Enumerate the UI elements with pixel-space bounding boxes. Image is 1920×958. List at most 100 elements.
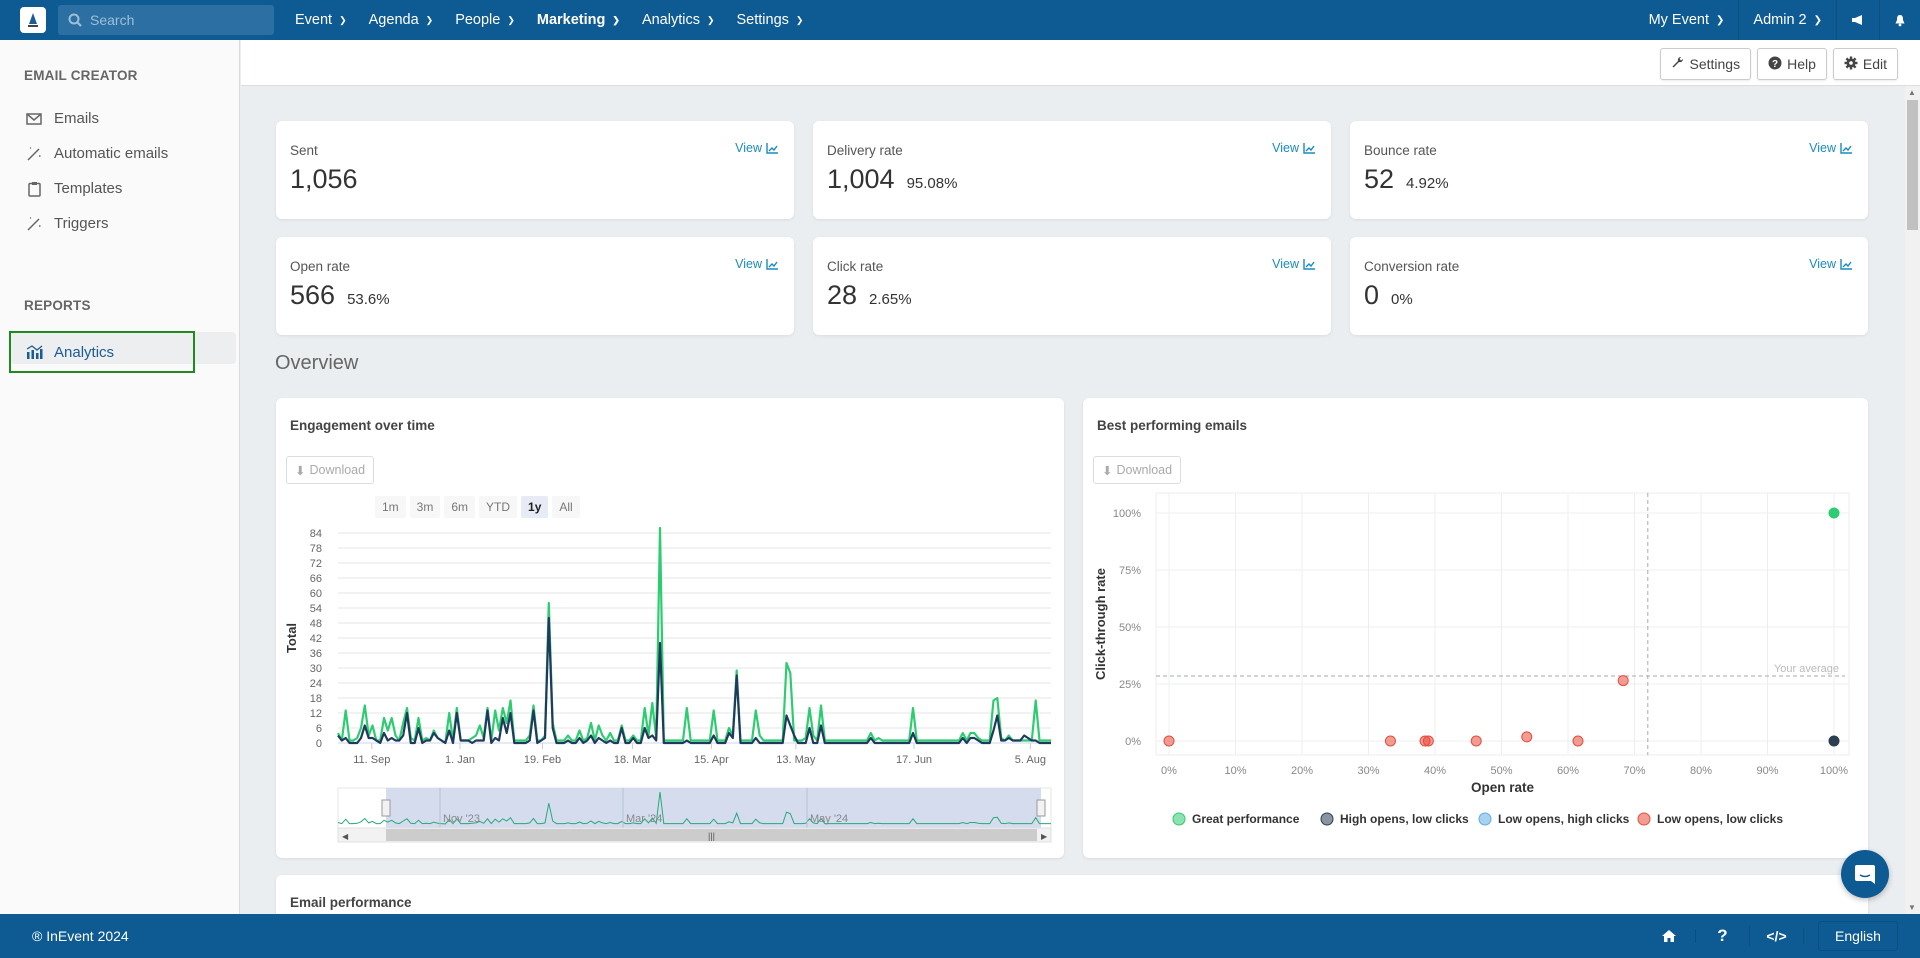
legend-item[interactable]: High opens, low clicks bbox=[1320, 812, 1469, 826]
nav-marketing[interactable]: Marketing ❯ bbox=[526, 12, 631, 28]
view-link[interactable]: View bbox=[735, 141, 778, 155]
stat-number: 52 bbox=[1364, 164, 1395, 194]
navigator-background bbox=[337, 787, 1052, 829]
stat-label: Click rate bbox=[827, 259, 884, 274]
legend-marker bbox=[1172, 812, 1186, 826]
sidebar-item-templates[interactable]: Templates bbox=[0, 171, 240, 206]
stat-card-sent: Sent View 1,056 bbox=[276, 121, 794, 219]
help-footer-button[interactable]: ? bbox=[1696, 926, 1750, 946]
scrollbar-thumb[interactable] bbox=[1907, 100, 1918, 230]
sidebar: EMAIL CREATOR Emails Automatic emails Te… bbox=[0, 40, 240, 914]
home-button[interactable] bbox=[1642, 929, 1696, 943]
scroll-up-arrow-icon[interactable]: ▲ bbox=[1908, 88, 1916, 97]
help-button[interactable]: ? Help bbox=[1757, 48, 1827, 80]
sidebar-item-triggers[interactable]: Triggers bbox=[0, 206, 240, 241]
y-tick-label: 36 bbox=[310, 648, 322, 660]
sidebar-item-analytics[interactable]: Analytics bbox=[24, 331, 114, 373]
legend-item[interactable]: Great performance bbox=[1172, 812, 1300, 826]
stat-value: 1,056 bbox=[290, 164, 370, 195]
x-tick-label: 13. May bbox=[776, 754, 816, 766]
line-chart-icon bbox=[1840, 258, 1852, 270]
stat-value: 0 0% bbox=[1364, 280, 1413, 311]
edit-button[interactable]: Edit bbox=[1832, 48, 1898, 80]
x-tick-label: 80% bbox=[1690, 765, 1712, 777]
chevron-down-icon: ❯ bbox=[706, 14, 715, 25]
view-link[interactable]: View bbox=[1809, 141, 1852, 155]
chart-icon bbox=[24, 345, 44, 359]
sidebar-item-emails[interactable]: Emails bbox=[0, 101, 240, 136]
inevent-logo[interactable] bbox=[20, 7, 46, 33]
event-selector-label: My Event bbox=[1648, 12, 1710, 28]
nav-people-label: People bbox=[455, 12, 501, 28]
legend-item[interactable]: Low opens, low clicks bbox=[1637, 812, 1783, 826]
stat-number: 1,056 bbox=[290, 164, 358, 194]
y-tick-label: 42 bbox=[310, 633, 322, 645]
nav-marketing-label: Marketing bbox=[536, 12, 606, 28]
scroll-down-arrow-icon[interactable]: ▼ bbox=[1908, 903, 1916, 912]
range-1m[interactable]: 1m bbox=[375, 496, 406, 518]
search-input[interactable]: Search bbox=[58, 5, 274, 35]
scatter-point bbox=[1422, 735, 1434, 747]
view-link[interactable]: View bbox=[1809, 257, 1852, 271]
x-tick-label: 60% bbox=[1557, 765, 1579, 777]
page-toolbar: Settings ? Help Edit bbox=[241, 40, 1920, 86]
legend-item[interactable]: Low opens, high clicks bbox=[1478, 812, 1630, 826]
search-icon bbox=[68, 13, 82, 27]
line-chart-icon bbox=[1303, 142, 1315, 154]
y-tick-label: 48 bbox=[310, 618, 322, 630]
engagement-line-chart: 0 6 12 18 24 30 36 42 48 54 60 66 72 78 84 Total 11. Sep… bbox=[284, 526, 1052, 843]
view-link[interactable]: View bbox=[735, 257, 778, 271]
notifications-button[interactable] bbox=[1879, 0, 1920, 40]
legend-label: Low opens, low clicks bbox=[1657, 812, 1783, 826]
x-axis-title: Open rate bbox=[1471, 780, 1535, 795]
average-label: Your average bbox=[1774, 663, 1839, 675]
nav-people[interactable]: People ❯ bbox=[444, 12, 526, 28]
x-tick-label: 19. Feb bbox=[524, 754, 561, 766]
nav-settings[interactable]: Settings ❯ bbox=[726, 12, 815, 28]
view-link[interactable]: View bbox=[1272, 141, 1315, 155]
settings-button[interactable]: Settings bbox=[1660, 48, 1752, 80]
range-ytd[interactable]: YTD bbox=[479, 496, 518, 518]
chevron-down-icon: ❯ bbox=[795, 14, 804, 25]
best-performing-scatter-chart: 0% 10% 20% 30% 40% 50% 60% 70% 80% 90% 100% 0% 25% 50… bbox=[1093, 492, 1850, 826]
user-menu[interactable]: Admin 2 ❯ bbox=[1738, 0, 1836, 40]
logo-icon bbox=[28, 13, 38, 27]
top-navbar: Search Event ❯ Agenda ❯ People ❯ Marketing ❯… bbox=[0, 0, 1920, 40]
range-6m[interactable]: 6m bbox=[444, 496, 476, 518]
nav-agenda[interactable]: Agenda ❯ bbox=[358, 12, 445, 28]
scatter-point bbox=[1384, 735, 1396, 747]
range-all[interactable]: All bbox=[552, 496, 580, 518]
nav-analytics[interactable]: Analytics ❯ bbox=[631, 12, 726, 28]
y-tick-label: 0 bbox=[316, 738, 322, 750]
line-chart-icon bbox=[766, 258, 778, 270]
download-label: Download bbox=[309, 463, 366, 477]
bell-icon bbox=[1895, 14, 1905, 26]
range-1y[interactable]: 1y bbox=[521, 496, 549, 518]
navigator-scroll-right-icon: ▶ bbox=[1041, 832, 1048, 841]
chevron-down-icon: ❯ bbox=[425, 14, 434, 25]
event-selector[interactable]: My Event ❯ bbox=[1635, 0, 1739, 40]
range-3m[interactable]: 3m bbox=[409, 496, 441, 518]
main-content: Sent View 1,056 Delivery rate View 1,004… bbox=[241, 86, 1906, 914]
stat-card-bounce-rate: Bounce rate View 52 4.92% bbox=[1350, 121, 1868, 219]
chat-widget-button[interactable] bbox=[1841, 850, 1889, 898]
navigator-label: May '24 bbox=[810, 813, 848, 825]
announcements-button[interactable] bbox=[1836, 0, 1879, 40]
sidebar-item-label: Templates bbox=[54, 180, 123, 197]
view-link[interactable]: View bbox=[1272, 257, 1315, 271]
navigator-grip-icon: ||| bbox=[708, 831, 715, 841]
page-scrollbar[interactable]: ▲ ▼ bbox=[1905, 86, 1920, 914]
embed-code-button[interactable]: </> bbox=[1750, 928, 1804, 944]
sidebar-item-automatic-emails[interactable]: Automatic emails bbox=[0, 136, 240, 171]
y-tick-label: 100% bbox=[1113, 508, 1141, 520]
line-chart-icon bbox=[1303, 258, 1315, 270]
email-performance-card: Email performance bbox=[276, 875, 1868, 914]
stat-card-open-rate: Open rate View 566 53.6% bbox=[276, 237, 794, 335]
stat-number: 28 bbox=[827, 280, 858, 310]
y-tick-label: 18 bbox=[310, 693, 322, 705]
y-tick-label: 24 bbox=[310, 678, 322, 690]
nav-event[interactable]: Event ❯ bbox=[284, 12, 358, 28]
language-selector[interactable]: English bbox=[1818, 921, 1898, 951]
engagement-download-button[interactable]: ⬇ Download bbox=[286, 456, 375, 484]
legend-label: High opens, low clicks bbox=[1340, 812, 1469, 826]
